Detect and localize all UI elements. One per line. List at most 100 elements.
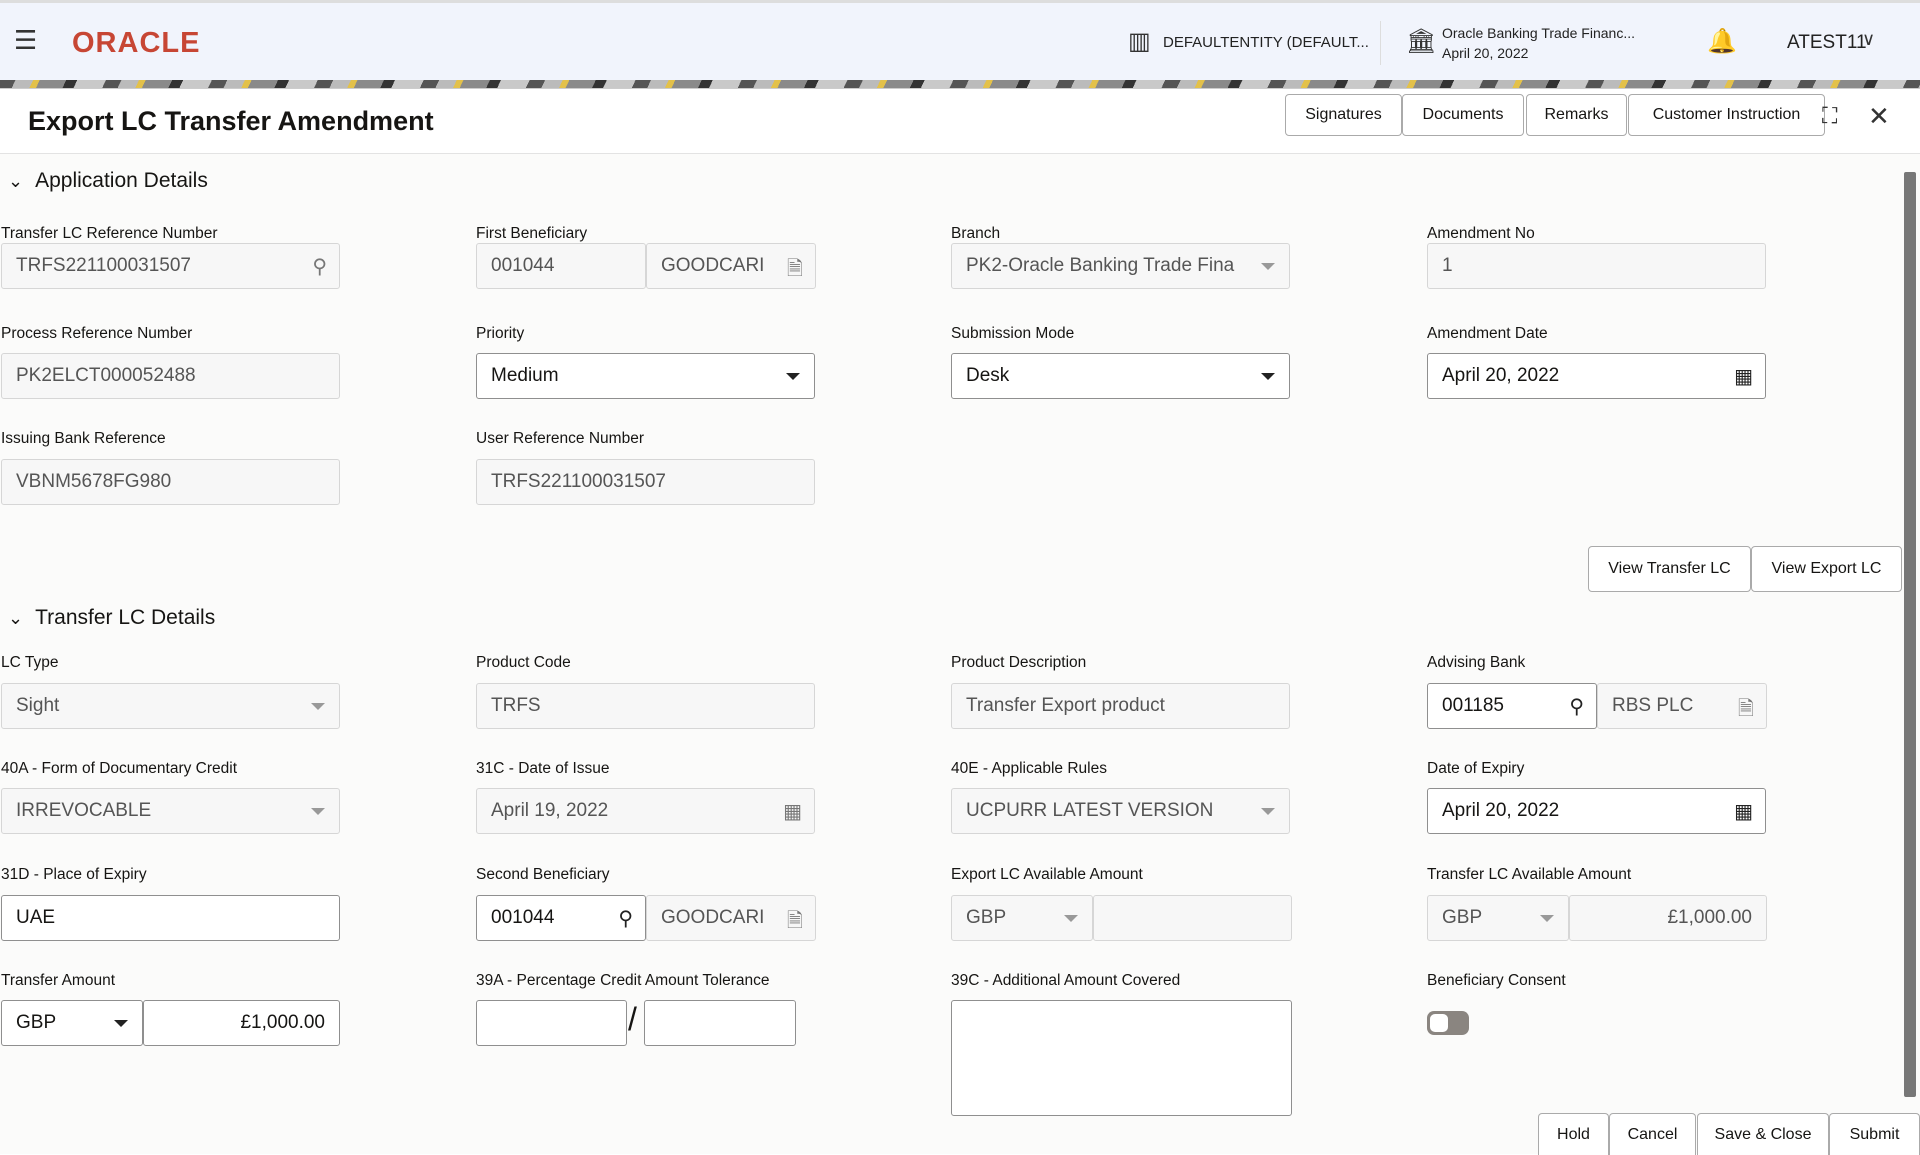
- advising-bank-name-input[interactable]: RBS PLC 🗎: [1597, 683, 1767, 729]
- first-beneficiary-id-input-value: 001044: [491, 255, 554, 277]
- field-label: LC Type: [1, 654, 58, 672]
- lc-type-select[interactable]: Sight: [1, 683, 340, 729]
- export-lc-amount-input[interactable]: [1093, 895, 1292, 941]
- chevron-down-icon[interactable]: ⌄: [8, 608, 23, 629]
- document-edit-icon[interactable]: 🗎: [1738, 694, 1754, 728]
- place-of-expiry-input-value: UAE: [16, 907, 55, 929]
- submit-button[interactable]: Submit: [1829, 1113, 1920, 1155]
- first-beneficiary-name-input[interactable]: GOODCARI🗎: [646, 243, 816, 289]
- date-of-expiry-input[interactable]: April 20, 2022▦: [1427, 788, 1766, 834]
- caret-down-icon[interactable]: [786, 373, 800, 380]
- transfer-amount-currency-select[interactable]: GBP: [1, 1000, 143, 1046]
- caret-down-icon[interactable]: [1540, 915, 1554, 922]
- hold-button[interactable]: Hold: [1538, 1113, 1609, 1155]
- transfer-lc-ref-input[interactable]: TRFS221100031507 ⚲: [1, 243, 340, 289]
- caret-down-icon[interactable]: [1261, 808, 1275, 815]
- process-ref-input[interactable]: PK2ELCT000052488: [1, 353, 340, 399]
- field-label: Issuing Bank Reference: [1, 430, 166, 448]
- scrollbar[interactable]: [1904, 172, 1916, 1097]
- hamburger-menu-icon[interactable]: ☰: [14, 25, 37, 56]
- calendar-icon[interactable]: ▦: [783, 799, 802, 824]
- additional-amount-covered-textarea[interactable]: [951, 1000, 1292, 1116]
- caret-down-icon[interactable]: [1064, 915, 1078, 922]
- transfer-amount-input[interactable]: £1,000.00: [143, 1000, 340, 1046]
- priority-select-value: Medium: [491, 365, 559, 387]
- field-label: User Reference Number: [476, 430, 644, 448]
- signatures-button[interactable]: Signatures: [1285, 94, 1402, 136]
- bank-icon: 🏛: [1406, 27, 1436, 56]
- maximize-icon[interactable]: ⛶: [1822, 103, 1837, 129]
- date-of-issue-input-value: April 19, 2022: [491, 800, 608, 822]
- title-bar: Export LC Transfer Amendment Signatures …: [0, 89, 1920, 154]
- oracle-logo: ORACLE: [72, 27, 200, 60]
- second-beneficiary-name-input[interactable]: GOODCARI 🗎: [646, 895, 816, 941]
- user-ref-input[interactable]: TRFS221100031507: [476, 459, 815, 505]
- search-icon[interactable]: ⚲: [312, 254, 327, 279]
- document-edit-icon[interactable]: 🗎: [787, 254, 803, 288]
- product-code-input-value: TRFS: [491, 695, 541, 717]
- caret-down-icon[interactable]: [1261, 263, 1275, 270]
- user-menu[interactable]: ATEST11: [1787, 32, 1867, 54]
- export-lc-currency-select[interactable]: GBP: [951, 895, 1093, 941]
- field-label: First Beneficiary: [476, 225, 587, 243]
- second-beneficiary-id-input-value: 001044: [491, 907, 554, 929]
- first-beneficiary-id-input[interactable]: 001044: [476, 243, 646, 289]
- calendar-icon[interactable]: ▦: [1734, 364, 1753, 389]
- bell-icon[interactable]: 🔔: [1707, 27, 1737, 56]
- date-of-issue-input[interactable]: April 19, 2022 ▦: [476, 788, 815, 834]
- field-label: Product Description: [951, 654, 1086, 672]
- branch-select[interactable]: PK2-Oracle Banking Trade Fina: [951, 243, 1290, 289]
- page-title: Export LC Transfer Amendment: [28, 106, 434, 137]
- caret-down-icon[interactable]: [1261, 373, 1275, 380]
- customer-instruction-button[interactable]: Customer Instruction: [1628, 94, 1825, 136]
- priority-select[interactable]: Medium: [476, 353, 815, 399]
- documents-button[interactable]: Documents: [1402, 94, 1524, 136]
- product-description-input[interactable]: Transfer Export product: [951, 683, 1290, 729]
- chevron-down-icon[interactable]: ⌄: [8, 171, 23, 192]
- applicable-rules-select-value: UCPURR LATEST VERSION: [966, 800, 1213, 822]
- place-of-expiry-input[interactable]: UAE: [1, 895, 340, 941]
- advising-bank-id-input[interactable]: 001185⚲: [1427, 683, 1597, 729]
- search-icon[interactable]: ⚲: [1569, 694, 1584, 719]
- field-label: 40A - Form of Documentary Credit: [1, 760, 237, 778]
- advising-bank-name-input-value: RBS PLC: [1612, 695, 1693, 717]
- beneficiary-consent-toggle[interactable]: [1427, 1011, 1469, 1035]
- remarks-button[interactable]: Remarks: [1526, 94, 1627, 136]
- view-transfer-lc-button[interactable]: View Transfer LC: [1588, 546, 1751, 592]
- submission-mode-select[interactable]: Desk: [951, 353, 1290, 399]
- close-icon[interactable]: ✕: [1868, 101, 1890, 132]
- transfer-lc-amount-input[interactable]: £1,000.00: [1569, 895, 1767, 941]
- tolerance-minus-input[interactable]: [644, 1000, 796, 1046]
- field-label: Transfer LC Available Amount: [1427, 866, 1631, 884]
- section-transfer-lc-details[interactable]: ⌄ Transfer LC Details: [8, 606, 215, 630]
- view-export-lc-button[interactable]: View Export LC: [1751, 546, 1902, 592]
- second-beneficiary-name-input-value: GOODCARI: [661, 907, 764, 929]
- save-close-button[interactable]: Save & Close: [1697, 1113, 1829, 1155]
- caret-down-icon[interactable]: [311, 703, 325, 710]
- product-code-input[interactable]: TRFS: [476, 683, 815, 729]
- chevron-down-icon[interactable]: ∨: [1862, 29, 1875, 50]
- second-beneficiary-id-input[interactable]: 001044 ⚲: [476, 895, 646, 941]
- applicable-rules-select[interactable]: UCPURR LATEST VERSION: [951, 788, 1290, 834]
- amendment-date-input-value: April 20, 2022: [1442, 365, 1559, 387]
- calendar-icon[interactable]: ▦: [1734, 799, 1753, 824]
- section-transfer-lc-details-title: Transfer LC Details: [35, 606, 215, 630]
- tolerance-plus-input[interactable]: [476, 1000, 627, 1046]
- caret-down-icon[interactable]: [311, 808, 325, 815]
- form-of-credit-select[interactable]: IRREVOCABLE: [1, 788, 340, 834]
- amendment-no-input[interactable]: 1: [1427, 243, 1766, 289]
- entity-selector[interactable]: DEFAULTENTITY (DEFAULT...: [1163, 34, 1369, 51]
- app-name[interactable]: Oracle Banking Trade Financ...: [1442, 25, 1635, 41]
- amendment-date-input[interactable]: April 20, 2022 ▦: [1427, 353, 1766, 399]
- transfer-lc-currency-select[interactable]: GBP: [1427, 895, 1569, 941]
- document-edit-icon[interactable]: 🗎: [787, 906, 803, 940]
- field-label: Export LC Available Amount: [951, 866, 1143, 884]
- field-label: Amendment Date: [1427, 325, 1548, 343]
- cancel-button[interactable]: Cancel: [1609, 1113, 1696, 1155]
- section-application-details[interactable]: ⌄Application Details: [8, 169, 208, 193]
- issuing-bank-ref-input[interactable]: VBNM5678FG980: [1, 459, 340, 505]
- search-icon[interactable]: ⚲: [618, 906, 633, 931]
- transfer-lc-ref-input-value: TRFS221100031507: [16, 255, 191, 277]
- caret-down-icon[interactable]: [114, 1020, 128, 1027]
- top-header: ☰ ORACLE ▥ DEFAULTENTITY (DEFAULT... 🏛 O…: [0, 0, 1920, 80]
